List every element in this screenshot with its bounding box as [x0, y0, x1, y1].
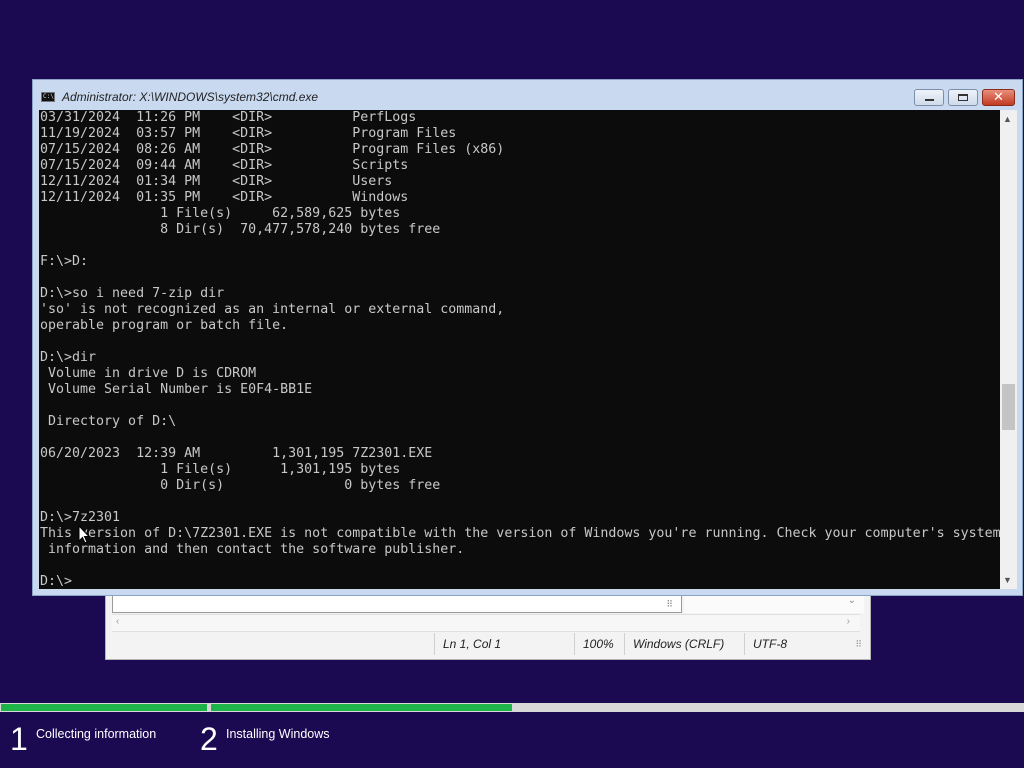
resize-grip-icon: ⠿ [666, 599, 673, 609]
title-bar[interactable]: C:\ Administrator: X:\WINDOWS\system32\c… [33, 80, 1022, 111]
console-icon: C:\ [41, 92, 55, 102]
step-number: 2 [200, 721, 218, 757]
console-scrollbar[interactable]: ▲ ▼ [1000, 110, 1017, 589]
progress-segment-collecting [1, 704, 207, 711]
line-ending: Windows (CRLF) [624, 633, 744, 655]
notepad-window: ⠿ ⌄ ‹ › Ln 1, Col 1 100% Windows (CRLF) … [105, 588, 871, 660]
window-title: Administrator: X:\WINDOWS\system32\cmd.e… [62, 90, 319, 104]
step-number: 1 [10, 721, 28, 757]
chevron-down-icon[interactable]: ⌄ [848, 595, 856, 606]
progress-segment-installing [211, 704, 512, 711]
maximize-button[interactable] [948, 89, 978, 106]
mouse-pointer-icon [78, 525, 90, 544]
minimize-icon [924, 99, 934, 101]
chevron-left-icon[interactable]: ‹ [116, 616, 119, 627]
step-label: Installing Windows [226, 727, 330, 741]
close-icon: ✕ [993, 90, 1004, 105]
chevron-down-icon[interactable]: ▼ [1003, 575, 1012, 585]
close-button[interactable]: ✕ [982, 89, 1015, 106]
maximize-icon [958, 94, 968, 101]
notepad-status-bar: Ln 1, Col 1 100% Windows (CRLF) UTF-8 ⠿ [112, 633, 864, 655]
scrollbar-thumb[interactable] [1002, 384, 1015, 430]
horizontal-scrollbar[interactable]: ‹ › [112, 614, 860, 632]
console-output[interactable]: 03/31/2024 11:26 PM <DIR> PerfLogs 11/19… [39, 110, 1000, 589]
cursor-position: Ln 1, Col 1 [434, 633, 574, 655]
minimize-button[interactable] [914, 89, 944, 106]
command-prompt-window: C:\ Administrator: X:\WINDOWS\system32\c… [32, 79, 1023, 596]
chevron-up-icon[interactable]: ▲ [1003, 114, 1012, 124]
setup-progress-bar [0, 703, 1024, 712]
resize-grip-icon[interactable]: ⠿ [855, 639, 862, 650]
zoom-level: 100% [574, 633, 624, 655]
console-text: 03/31/2024 11:26 PM <DIR> PerfLogs 11/19… [40, 110, 1000, 589]
encoding: UTF-8 [744, 633, 854, 655]
step-label: Collecting information [36, 727, 157, 741]
chevron-right-icon[interactable]: › [847, 616, 850, 627]
